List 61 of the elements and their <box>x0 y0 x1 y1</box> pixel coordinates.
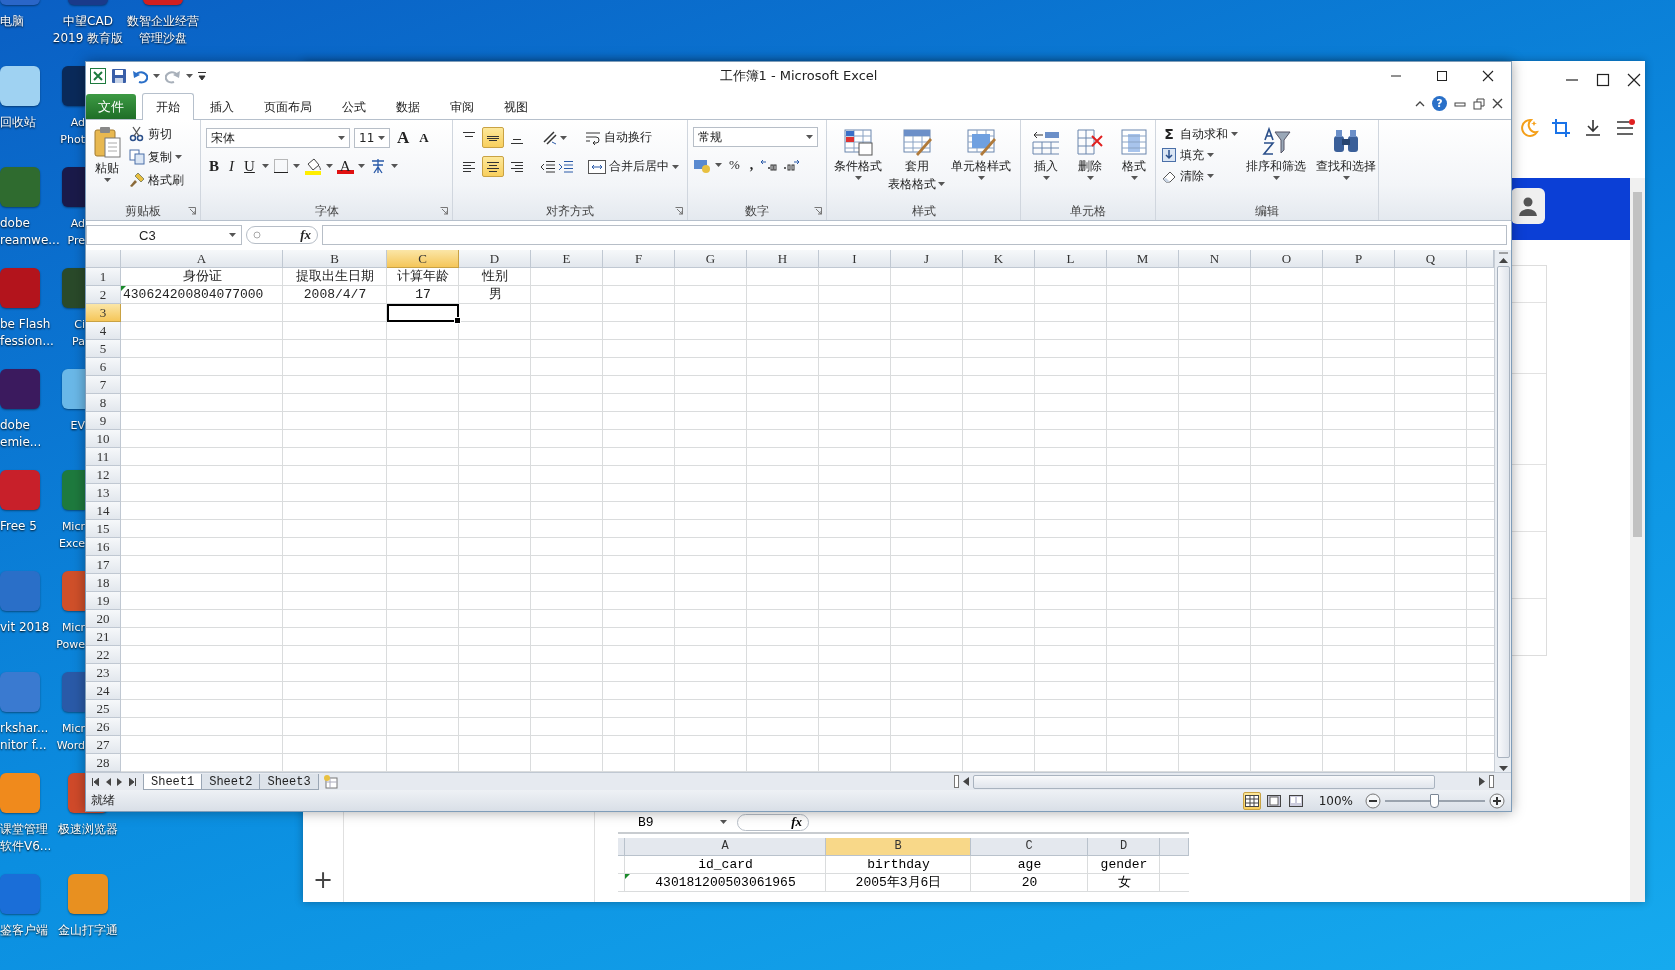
icon-label: Micr <box>61 721 85 737</box>
icon-label: be Flash <box>0 316 51 333</box>
icon-label: 电脑 <box>0 13 24 30</box>
table-cell-text: id_card <box>697 856 754 874</box>
table-cell-text: 提取出生日期 <box>295 268 375 286</box>
icon-label: vit 2018 <box>0 619 50 636</box>
icon-label: dobe <box>0 215 30 232</box>
icon-label: 极速浏览器 <box>58 821 118 838</box>
group-label: 剪贴板 <box>125 202 161 220</box>
table-cell-text: 女 <box>1116 874 1132 892</box>
icon-label: Powe <box>56 637 85 653</box>
icon-label: 软件V6... <box>0 838 52 855</box>
table-cell-text: 17 <box>414 286 432 304</box>
icon-label: Pa <box>72 334 85 350</box>
icon-label: rkshar... <box>0 720 49 737</box>
icon-label: Word <box>56 738 85 754</box>
icon-label: Micr <box>61 519 85 535</box>
table-cell-text: 430624200804077000 <box>121 286 265 304</box>
zoom-level: 100% <box>1318 793 1353 808</box>
icon-label: Exce <box>58 536 85 552</box>
icon-label: 课堂管理 <box>0 821 48 838</box>
table-cell-text: 男 <box>487 286 503 304</box>
window-title: 工作簿1 - Microsoft Excel <box>719 67 878 85</box>
icon-label: dobe <box>0 417 30 434</box>
group-label: 数字 <box>745 202 769 220</box>
group-label: 样式 <box>911 202 936 220</box>
table-cell-text: birthday <box>866 856 931 874</box>
table-cell-text: age <box>1016 856 1043 874</box>
table-cell-text: 身份证 <box>181 268 223 286</box>
sum-symbol: Σ <box>1163 126 1175 142</box>
table-cell-text: 20 <box>1020 874 1039 892</box>
icon-label: emie... <box>0 434 42 451</box>
icon-label: Pre <box>67 233 85 249</box>
icon-label: EV <box>70 418 85 434</box>
icon-label: 中望CAD <box>63 13 113 30</box>
icon-label: Ad <box>70 216 85 232</box>
icon-label: 回收站 <box>0 114 36 131</box>
icon-label: Ad <box>70 115 85 131</box>
icon-label: 数智企业经营 <box>127 13 199 30</box>
icon-label: Ci <box>74 317 85 333</box>
status-text: 就绪 <box>91 792 115 809</box>
icon-label: Phot <box>60 132 85 148</box>
table-cell-text: 2005年3月6日 <box>854 874 943 892</box>
table-cell-text: 计算年龄 <box>396 268 450 286</box>
group-label: 字体 <box>314 202 339 220</box>
table-cell-text: gender <box>1099 856 1149 874</box>
icon-label: Micr <box>61 620 85 636</box>
icon-label: 鉴客户端 <box>0 922 48 939</box>
icon-label: 管理沙盘 <box>139 30 187 47</box>
icon-label: 2019 教育版 <box>52 30 124 47</box>
icon-label: 金山打字通 <box>58 922 118 939</box>
icon-label: Free 5 <box>0 518 37 535</box>
group-label: 对齐方式 <box>546 202 594 220</box>
table-cell: 430181200503061965 <box>625 874 826 892</box>
group-label: 单元格 <box>1070 202 1106 220</box>
icon-label: nitor f... <box>0 737 47 754</box>
icon-label: reamwe... <box>0 232 60 249</box>
icon-label: fession... <box>0 333 54 350</box>
table-cell-text: 性别 <box>481 268 509 286</box>
group-label: 编辑 <box>1255 202 1279 220</box>
table-cell-text: 2008/4/7 <box>302 286 368 304</box>
